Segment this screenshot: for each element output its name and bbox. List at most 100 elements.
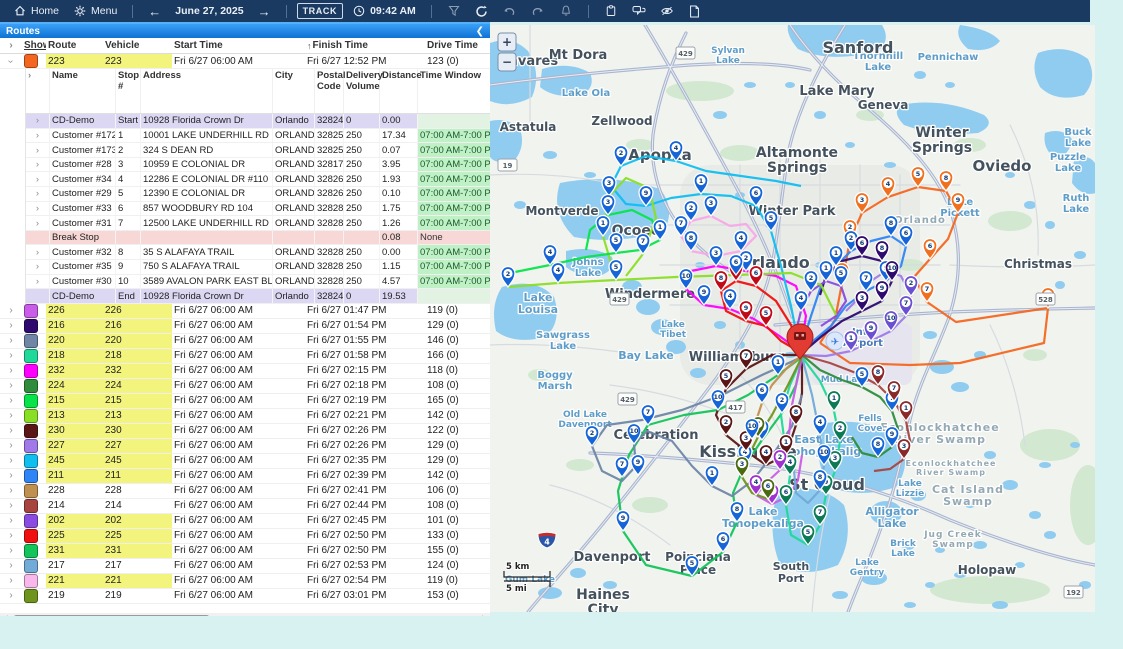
expand-stop-chevron[interactable]: [26, 289, 50, 303]
expand-route-chevron[interactable]: ›: [0, 499, 22, 513]
finish-column-header[interactable]: ↑Finish Time: [305, 38, 425, 53]
vehicle-cell[interactable]: 226: [103, 304, 172, 318]
expand-route-chevron[interactable]: ›: [0, 349, 22, 363]
stop-row[interactable]: › Customer #29 5 12390 E COLONIAL DR ORL…: [26, 187, 490, 202]
next-day-button[interactable]: →: [253, 4, 276, 19]
stop-row[interactable]: Break Stop 0.08 None: [26, 231, 490, 246]
route-number-cell[interactable]: 226: [46, 304, 103, 318]
route-row[interactable]: › 232 232 Fri 6/27 06:00 AM Fri 6/27 02:…: [0, 364, 490, 379]
vehicle-cell[interactable]: 211: [103, 469, 172, 483]
expand-route-chevron[interactable]: ›: [0, 409, 22, 423]
vehicle-cell[interactable]: 219: [103, 589, 172, 603]
route-color-swatch[interactable]: [24, 319, 38, 333]
route-color-swatch[interactable]: [24, 54, 38, 68]
route-number-cell[interactable]: 232: [46, 364, 103, 378]
vehicle-cell[interactable]: 217: [103, 559, 172, 573]
route-number-cell[interactable]: 225: [46, 529, 103, 543]
vehicle-cell[interactable]: 230: [103, 424, 172, 438]
route-number-cell[interactable]: 217: [46, 559, 103, 573]
route-number-cell[interactable]: 231: [46, 544, 103, 558]
scroll-left-arrow[interactable]: ◀: [0, 614, 10, 616]
route-number-cell[interactable]: 230: [46, 424, 103, 438]
vehicle-column-header[interactable]: Vehicle: [103, 38, 172, 53]
vehicle-cell[interactable]: 225: [103, 529, 172, 543]
route-row[interactable]: › 213 213 Fri 6/27 06:00 AM Fri 6/27 02:…: [0, 409, 490, 424]
home-button[interactable]: Home: [8, 4, 64, 18]
stop-row[interactable]: › Customer #172 1 10001 LAKE UNDERHILL R…: [26, 129, 490, 144]
vehicle-cell[interactable]: 228: [103, 484, 172, 498]
expand-route-chevron[interactable]: ›: [0, 454, 22, 468]
expand-route-chevron[interactable]: ›: [0, 514, 22, 528]
vehicle-cell[interactable]: 216: [103, 319, 172, 333]
route-number-cell[interactable]: 211: [46, 469, 103, 483]
stops-volume-header[interactable]: Delivery Volume: [344, 69, 380, 113]
route-row[interactable]: › 215 215 Fri 6/27 06:00 AM Fri 6/27 02:…: [0, 394, 490, 409]
route-row[interactable]: › 220 220 Fri 6/27 06:00 AM Fri 6/27 01:…: [0, 334, 490, 349]
route-color-swatch[interactable]: [24, 394, 38, 408]
expand-route-chevron[interactable]: ›: [0, 424, 22, 438]
stop-row[interactable]: › Customer #33 6 857 WOODBURY RD 104 ORL…: [26, 202, 490, 217]
route-number-cell[interactable]: 227: [46, 439, 103, 453]
stop-row[interactable]: › CD-Demo Start 10928 Florida Crown Dr O…: [26, 114, 490, 129]
route-color-swatch[interactable]: [24, 574, 38, 588]
expand-route-chevron[interactable]: ›: [0, 379, 22, 393]
route-row[interactable]: › 214 214 Fri 6/27 06:00 AM Fri 6/27 02:…: [0, 499, 490, 514]
notifications-button[interactable]: [554, 4, 578, 18]
show-column-header[interactable]: Show: [22, 38, 46, 53]
route-color-swatch[interactable]: [24, 469, 38, 483]
route-color-swatch[interactable]: [24, 334, 38, 348]
menu-button[interactable]: Menu: [68, 4, 122, 18]
route-row[interactable]: › 226 226 Fri 6/27 06:00 AM Fri 6/27 01:…: [0, 304, 490, 319]
route-number-cell[interactable]: 202: [46, 514, 103, 528]
stops-name-header[interactable]: Name: [50, 69, 116, 113]
expand-stop-chevron[interactable]: ›: [26, 172, 50, 186]
stop-row[interactable]: › Customer #173 2 324 S DEAN RD ORLANDO …: [26, 143, 490, 158]
vehicle-cell[interactable]: 231: [103, 544, 172, 558]
route-number-cell[interactable]: 215: [46, 394, 103, 408]
route-color-swatch[interactable]: [24, 424, 38, 438]
route-row[interactable]: › 219 219 Fri 6/27 06:00 AM Fri 6/27 03:…: [0, 589, 490, 604]
route-row[interactable]: › 221 221 Fri 6/27 06:00 AM Fri 6/27 02:…: [0, 574, 490, 589]
expand-stop-chevron[interactable]: ›: [26, 129, 50, 143]
expand-route-chevron[interactable]: ›: [0, 439, 22, 453]
collapse-route-chevron[interactable]: ›: [0, 54, 22, 68]
horizontal-scrollbar[interactable]: ◀ ▶: [0, 613, 490, 616]
route-number-cell[interactable]: 228: [46, 484, 103, 498]
expand-stop-chevron[interactable]: ›: [26, 260, 50, 274]
route-number-cell[interactable]: 220: [46, 334, 103, 348]
expand-route-chevron[interactable]: ›: [0, 394, 22, 408]
start-column-header[interactable]: Start Time: [172, 38, 305, 53]
route-color-swatch[interactable]: [24, 439, 38, 453]
route-number-cell[interactable]: 214: [46, 499, 103, 513]
expand-route-chevron[interactable]: ›: [0, 589, 22, 603]
expand-stop-chevron[interactable]: ›: [26, 275, 50, 289]
drive-column-header[interactable]: Drive Time: [425, 38, 490, 53]
expand-route-chevron[interactable]: ›: [0, 574, 22, 588]
report-button[interactable]: [683, 4, 707, 18]
route-number-cell[interactable]: 218: [46, 349, 103, 363]
route-color-swatch[interactable]: [24, 514, 38, 528]
expand-route-chevron[interactable]: ›: [0, 544, 22, 558]
undo-button[interactable]: [498, 4, 522, 18]
stops-postal-header[interactable]: Postal Code: [315, 69, 344, 113]
expand-stop-chevron[interactable]: ›: [26, 143, 50, 157]
scroll-right-arrow[interactable]: ▶: [480, 614, 490, 616]
expand-stop-chevron[interactable]: ›: [26, 202, 50, 216]
route-color-swatch[interactable]: [24, 559, 38, 573]
chat-button[interactable]: [627, 4, 651, 18]
route-number-cell[interactable]: 224: [46, 379, 103, 393]
route-color-swatch[interactable]: [24, 529, 38, 543]
expand-stop-chevron[interactable]: ›: [26, 216, 50, 230]
route-column-header[interactable]: Route: [46, 38, 103, 53]
redo-button[interactable]: [526, 4, 550, 18]
expand-route-chevron[interactable]: ›: [0, 364, 22, 378]
route-row[interactable]: › 230 230 Fri 6/27 06:00 AM Fri 6/27 02:…: [0, 424, 490, 439]
vehicle-cell[interactable]: 221: [103, 574, 172, 588]
expand-stop-chevron[interactable]: ›: [26, 114, 50, 128]
stops-stop-header[interactable]: Stop #: [116, 69, 141, 113]
route-color-swatch[interactable]: [24, 499, 38, 513]
route-number-cell[interactable]: 221: [46, 574, 103, 588]
expand-route-chevron[interactable]: ›: [0, 559, 22, 573]
route-row[interactable]: › 224 224 Fri 6/27 06:00 AM Fri 6/27 02:…: [0, 379, 490, 394]
scrollbar-thumb[interactable]: [13, 615, 210, 616]
